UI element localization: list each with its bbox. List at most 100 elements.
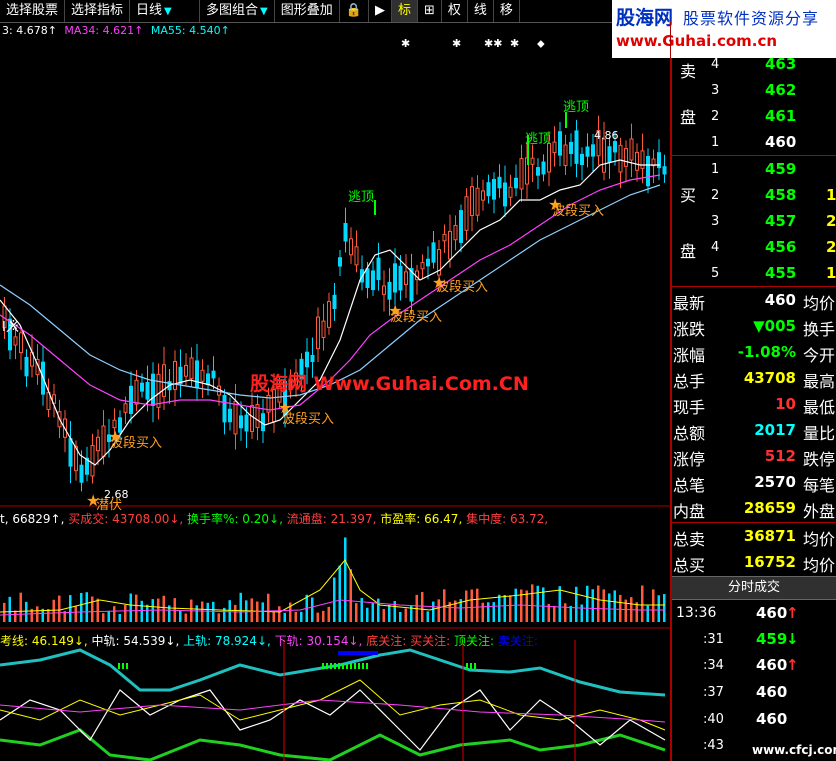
candle-body bbox=[464, 196, 469, 231]
candle-body bbox=[96, 436, 100, 452]
vol-legend-e: 市盈率: 66.47, bbox=[380, 512, 463, 526]
volume-bar bbox=[536, 585, 539, 622]
volume-bar bbox=[432, 601, 435, 622]
left-edge-label: I入 bbox=[2, 320, 19, 335]
volume-bar bbox=[327, 606, 330, 622]
candle-body bbox=[585, 146, 590, 157]
tick-arrow-icon: ↓ bbox=[786, 630, 799, 648]
signal-blue-bar bbox=[338, 651, 378, 655]
sell-price[interactable]: 461 bbox=[765, 107, 796, 125]
candle-body bbox=[316, 316, 320, 350]
volume-bar bbox=[239, 592, 242, 622]
candle-body bbox=[404, 271, 408, 286]
volume-bars bbox=[3, 537, 666, 622]
tick-time: :37 bbox=[703, 685, 724, 700]
volume-bar bbox=[492, 602, 495, 622]
volume-bar bbox=[85, 592, 88, 622]
volume-bar bbox=[426, 611, 429, 622]
buy-price[interactable]: 457 bbox=[765, 212, 796, 230]
volume-bar bbox=[129, 593, 132, 622]
mid-line-yellow bbox=[0, 679, 666, 731]
total-sell-value: 36871 bbox=[743, 527, 796, 545]
tick-arrow-icon: ↑ bbox=[786, 604, 799, 622]
buy-price[interactable]: 458 bbox=[765, 186, 796, 204]
candle-body bbox=[145, 382, 150, 400]
ind-legend-f: 买关注: bbox=[410, 634, 451, 648]
sell-level: 4 bbox=[711, 57, 720, 72]
stat-right-label: 跌停 bbox=[803, 450, 836, 469]
candle-body bbox=[393, 263, 397, 293]
band-buy-label-3: 波段买入 bbox=[390, 310, 443, 325]
buy-price[interactable]: 459 bbox=[765, 160, 796, 178]
sell-price[interactable]: 460 bbox=[765, 133, 796, 151]
candle-body bbox=[239, 415, 243, 429]
volume-bar bbox=[272, 612, 275, 622]
candle-body bbox=[541, 161, 546, 175]
volume-bar bbox=[646, 605, 649, 622]
candle-body bbox=[646, 155, 650, 187]
vol-legend-a: t, 66829↑, bbox=[0, 512, 65, 526]
ind-legend-b: 中轨: 54.539↓, bbox=[91, 634, 180, 648]
volume-bar bbox=[8, 596, 11, 622]
candle-body bbox=[508, 186, 513, 198]
volume-bar bbox=[124, 604, 127, 622]
buy-volume: 2 bbox=[826, 212, 836, 230]
volume-bar bbox=[146, 604, 149, 622]
candle-body bbox=[624, 148, 628, 167]
sell-price[interactable]: 463 bbox=[765, 55, 796, 73]
buy-volume: 1 bbox=[826, 186, 836, 204]
sell-level: 3 bbox=[711, 83, 720, 98]
tick-price: 460 bbox=[756, 604, 788, 622]
svg-text:✱: ✱ bbox=[452, 37, 461, 50]
candle-body bbox=[206, 373, 210, 386]
band-buy-label-5: 波段买入 bbox=[552, 204, 605, 219]
volume-bar bbox=[470, 589, 473, 622]
tick-time: 13:36 bbox=[676, 605, 717, 621]
buy-label-2: 盘 bbox=[680, 242, 697, 261]
ind-legend-d: 下轨: 30.154↓, bbox=[274, 634, 363, 648]
stat-label: 现手 bbox=[673, 398, 706, 417]
candle-body bbox=[189, 357, 194, 379]
volume-bar bbox=[657, 595, 660, 622]
volume-bar bbox=[47, 609, 50, 622]
tab-tick-trades[interactable]: 分时成交 bbox=[672, 576, 836, 600]
stat-right-label: 最高 bbox=[803, 372, 836, 391]
stat-value: 28659 bbox=[743, 499, 796, 517]
candle-body bbox=[602, 138, 606, 173]
volume-legend: t, 66829↑, 买成交: 43708.00↓, 换手率%: 0.20↓, … bbox=[0, 510, 548, 527]
stat-value: ▼005 bbox=[753, 317, 796, 335]
stat-right-label: 今开 bbox=[803, 346, 836, 365]
stat-right-label: 量比 bbox=[803, 424, 836, 443]
stat-value: 10 bbox=[775, 395, 796, 413]
candle-body bbox=[343, 222, 348, 242]
candlesticks bbox=[2, 115, 667, 492]
candle-body bbox=[475, 187, 480, 216]
volume-bar bbox=[569, 605, 572, 622]
escape-top-label-1: 逃顶 bbox=[348, 190, 375, 205]
candle-body bbox=[305, 351, 309, 368]
candle-body bbox=[68, 438, 73, 467]
tick-time: :34 bbox=[703, 658, 724, 673]
candle-body bbox=[156, 373, 161, 408]
buy-price[interactable]: 455 bbox=[765, 264, 796, 282]
buy-level: 5 bbox=[711, 266, 720, 281]
candle-body bbox=[228, 408, 232, 423]
stat-value: 460 bbox=[764, 291, 796, 309]
candle-body bbox=[376, 257, 381, 281]
buy-level: 3 bbox=[711, 214, 720, 229]
buy-price[interactable]: 456 bbox=[765, 238, 796, 256]
candle-body bbox=[547, 143, 551, 173]
volume-bar bbox=[300, 611, 303, 622]
sell-price[interactable]: 462 bbox=[765, 81, 796, 99]
escape-top-label-3: 逃顶 bbox=[563, 100, 590, 115]
candle-body bbox=[486, 182, 491, 197]
candle-body bbox=[492, 178, 496, 200]
volume-bar bbox=[25, 601, 28, 622]
volume-bar bbox=[498, 594, 501, 622]
total-buy-value: 16752 bbox=[743, 553, 796, 571]
stat-label: 涨停 bbox=[673, 450, 706, 469]
volume-bar bbox=[283, 612, 286, 622]
svg-text:✱: ✱ bbox=[401, 37, 410, 50]
buy-volume: 1 bbox=[826, 264, 836, 282]
candle-body bbox=[90, 445, 95, 477]
